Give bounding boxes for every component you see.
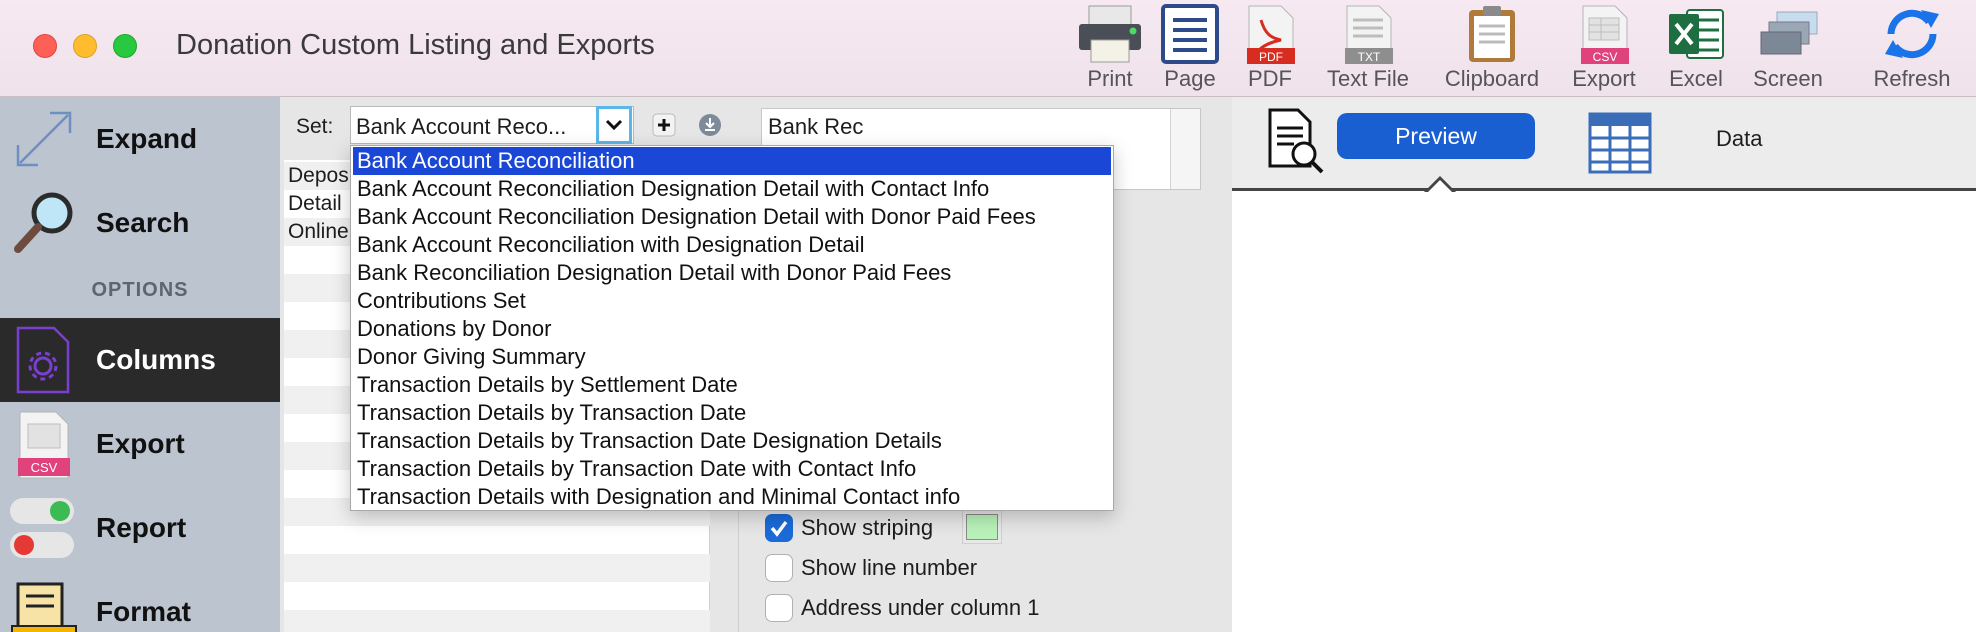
sidebar-item-label: Expand: [96, 123, 198, 154]
csv-export-icon: CSV: [1581, 5, 1629, 64]
list-item: [284, 554, 710, 582]
toggle-switches-icon: [10, 498, 74, 558]
set-name-value: Bank Rec: [768, 114, 864, 139]
list-item: [284, 582, 710, 610]
plus-icon: [652, 113, 676, 137]
sidebar-item-export[interactable]: CSV Export: [0, 402, 280, 486]
dropdown-item[interactable]: Bank Account Reconciliation with Designa…: [353, 231, 1111, 259]
txt-badge: TXT: [1358, 50, 1381, 64]
download-icon: [699, 114, 721, 136]
dropdown-item[interactable]: Bank Reconciliation Designation Detail w…: [353, 259, 1111, 287]
screen-button[interactable]: Screen: [1740, 4, 1836, 92]
title-bar: Donation Custom Listing and Exports Prin…: [0, 0, 1976, 97]
options-heading: OPTIONS: [91, 279, 189, 301]
add-set-button[interactable]: [652, 113, 676, 137]
chevron-down-icon: [605, 119, 623, 131]
expand-arrows-icon: [16, 111, 72, 167]
pdf-file-icon: PDF: [1247, 5, 1295, 64]
magnifier-icon: [14, 192, 73, 253]
text-file-icon: TXT: [1345, 5, 1393, 64]
list-item: [284, 610, 710, 632]
zoom-window-button[interactable]: [113, 34, 137, 58]
dropdown-item[interactable]: Bank Account Reconciliation Designation …: [353, 203, 1111, 231]
format-ruler-icon: [11, 582, 77, 632]
excel-icon: [1669, 9, 1724, 59]
minimize-window-button[interactable]: [73, 34, 97, 58]
printer-icon: [1079, 5, 1141, 63]
show-line-number-checkbox[interactable]: [765, 554, 793, 582]
pdf-badge: PDF: [1259, 50, 1283, 64]
dropdown-item[interactable]: Transaction Details with Designation and…: [353, 483, 1111, 511]
data-tab[interactable]: Data: [1716, 126, 1762, 152]
dropdown-item[interactable]: Bank Account Reconciliation: [353, 147, 1111, 175]
export-label: Export: [1572, 66, 1636, 91]
dropdown-item[interactable]: Transaction Details by Transaction Date …: [353, 427, 1111, 455]
dropdown-item[interactable]: Transaction Details by Transaction Date …: [353, 455, 1111, 483]
show-striping-label: Show striping: [801, 515, 934, 540]
dropdown-item[interactable]: Transaction Details by Transaction Date: [353, 399, 1111, 427]
show-striping-checkbox[interactable]: [765, 514, 793, 542]
sidebar-item-label: Search: [96, 207, 190, 238]
text-file-label: Text File: [1327, 66, 1409, 91]
set-selected-value: Bank Account Reco...: [356, 114, 567, 139]
clipboard-icon: [1469, 6, 1515, 62]
dropdown-item[interactable]: Contributions Set: [353, 287, 1111, 315]
sidebar-item-label: Report: [96, 512, 187, 543]
sidebar-item-columns[interactable]: Columns: [0, 318, 280, 402]
preview-tab-pointer-fill: [1427, 180, 1453, 193]
sidebar-item-format[interactable]: Format: [0, 570, 280, 632]
document-search-icon[interactable]: [1264, 106, 1326, 178]
refresh-button[interactable]: Refresh: [1864, 4, 1960, 92]
columns-settings-icon: [16, 326, 70, 394]
sidebar-item-search[interactable]: Search: [0, 181, 280, 265]
checkmark-icon: [770, 520, 788, 537]
sidebar-item-label: Export: [96, 428, 185, 459]
text-file-button[interactable]: TXT Text File: [1318, 4, 1418, 92]
pdf-button[interactable]: PDF PDF: [1222, 4, 1318, 92]
preview-tab[interactable]: Preview: [1337, 113, 1535, 159]
list-item: [284, 526, 710, 554]
screen-icon: [1760, 11, 1818, 55]
dropdown-item[interactable]: Donations by Donor: [353, 315, 1111, 343]
pdf-label: PDF: [1248, 66, 1292, 91]
clipboard-label: Clipboard: [1444, 66, 1540, 91]
refresh-icon: [1885, 9, 1939, 59]
export-button[interactable]: CSV Export: [1556, 4, 1652, 92]
excel-label: Excel: [1669, 66, 1723, 91]
sidebar: Expand Search OPTIONS Columns CSV Export: [0, 97, 280, 632]
close-window-button[interactable]: [33, 34, 57, 58]
sidebar-item-expand[interactable]: Expand: [0, 97, 280, 181]
set-dropdown-menu: Bank Account Reconciliation Bank Account…: [350, 145, 1114, 511]
sidebar-item-label: Columns: [96, 344, 216, 375]
dropdown-item[interactable]: Transaction Details by Settlement Date: [353, 371, 1111, 399]
set-name-scrollbar[interactable]: [1170, 109, 1200, 189]
csv-badge: CSV: [31, 460, 58, 475]
show-line-number-label: Show line number: [801, 555, 978, 580]
address-under-column-checkbox[interactable]: [765, 594, 793, 622]
set-dropdown-toggle[interactable]: [596, 106, 632, 144]
window-title: Donation Custom Listing and Exports: [176, 29, 655, 61]
dropdown-item[interactable]: Donor Giving Summary: [353, 343, 1111, 371]
set-select[interactable]: Bank Account Reco...: [350, 106, 634, 144]
set-label: Set:: [296, 115, 334, 138]
download-set-button[interactable]: [698, 113, 722, 137]
csv-badge: CSV: [1593, 50, 1618, 64]
refresh-label: Refresh: [1873, 66, 1951, 91]
stripe-color-well[interactable]: [966, 514, 998, 540]
csv-export-icon: CSV: [18, 411, 70, 479]
dropdown-item[interactable]: Bank Account Reconciliation Designation …: [353, 175, 1111, 203]
address-under-column-label: Address under column 1: [801, 595, 1040, 620]
sidebar-item-label: Format: [96, 596, 191, 627]
excel-button[interactable]: Excel: [1648, 4, 1744, 92]
screen-label: Screen: [1753, 66, 1823, 91]
page-icon: [1161, 4, 1219, 64]
table-grid-icon[interactable]: [1588, 112, 1652, 174]
sidebar-item-report[interactable]: Report: [0, 486, 280, 570]
clipboard-button[interactable]: Clipboard: [1442, 4, 1542, 92]
